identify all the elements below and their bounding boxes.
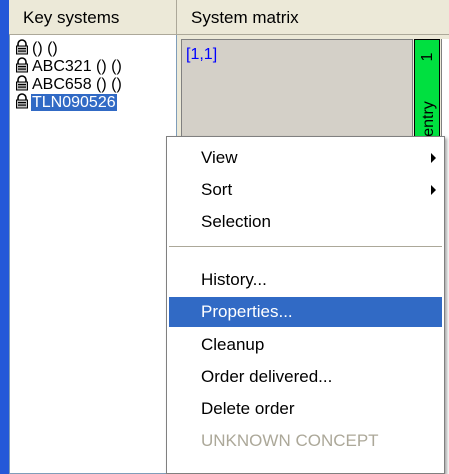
key-system-item-selected[interactable]: TLN090526 <box>14 93 117 113</box>
key-system-label: ABC658 () () <box>32 76 122 93</box>
key-system-label: TLN090526 <box>31 94 117 111</box>
matrix-cell-coordinate: [1,1] <box>186 46 218 63</box>
menu-item-label: Properties... <box>201 302 293 321</box>
key-systems-list[interactable]: () () ABC321 () () ABC658 () () TLN09052… <box>9 35 177 474</box>
column-number: 1 <box>419 52 436 62</box>
menu-item-label: UNKNOWN CONCEPT <box>201 431 379 450</box>
menu-item-label: Selection <box>201 212 271 231</box>
submenu-arrow-icon <box>431 185 436 195</box>
submenu-arrow-icon <box>431 153 436 163</box>
key-system-item[interactable]: () () <box>14 39 59 59</box>
window-left-border <box>0 0 9 474</box>
header-key-systems[interactable]: Key systems <box>9 0 177 34</box>
menu-item-label: Cleanup <box>201 335 265 354</box>
menu-item-unknown-concept: UNKNOWN CONCEPT <box>169 426 442 456</box>
padlock-icon <box>16 57 28 73</box>
padlock-icon <box>16 93 28 109</box>
menu-item-cleanup[interactable]: Cleanup <box>169 330 442 360</box>
key-system-label: ABC321 () () <box>32 58 122 75</box>
menu-item-properties[interactable]: Properties... <box>169 297 442 327</box>
padlock-icon <box>16 75 28 91</box>
menu-item-label: Sort <box>201 180 233 199</box>
header-system-matrix[interactable]: System matrix <box>177 0 449 34</box>
menu-item-history[interactable]: History... <box>169 265 442 295</box>
padlock-icon <box>16 39 28 55</box>
menu-item-sort[interactable]: Sort <box>169 175 442 205</box>
menu-item-label: View <box>201 148 238 167</box>
menu-item-label: Delete order <box>201 399 295 418</box>
key-system-item[interactable]: ABC321 () () <box>14 57 123 77</box>
context-menu: View Sort Selection History... Propertie… <box>166 136 445 474</box>
menu-item-selection[interactable]: Selection <box>169 207 442 237</box>
menu-separator <box>169 246 442 248</box>
menu-item-delete-order[interactable]: Delete order <box>169 394 442 424</box>
menu-item-label: History... <box>201 270 267 289</box>
menu-item-view[interactable]: View <box>169 143 442 173</box>
column-header-bar: Key systems System matrix <box>9 0 449 35</box>
menu-item-label: Order delivered... <box>201 367 333 386</box>
key-system-item[interactable]: ABC658 () () <box>14 75 123 95</box>
menu-item-order-delivered[interactable]: Order delivered... <box>169 362 442 392</box>
key-system-label: () () <box>32 40 58 57</box>
